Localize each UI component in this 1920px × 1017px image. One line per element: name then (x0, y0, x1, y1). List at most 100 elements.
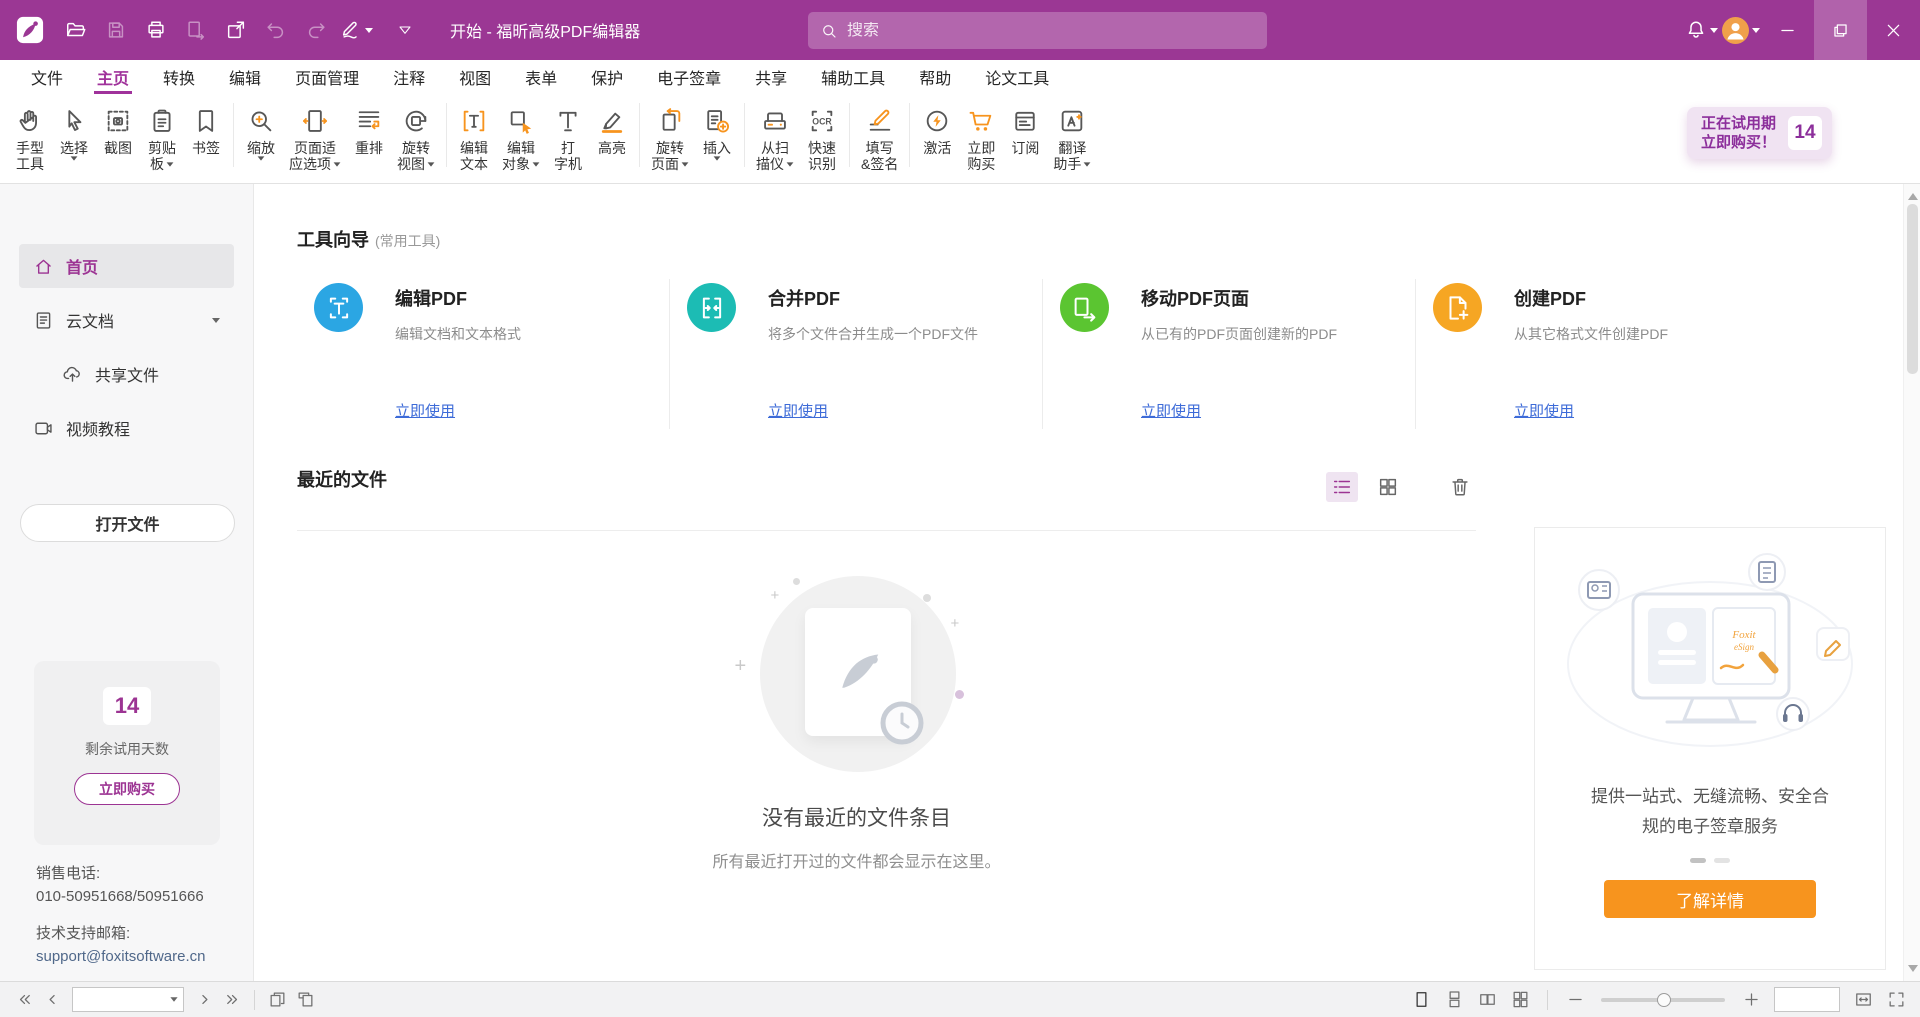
sidebar-item-shared-files[interactable]: 共享文件 (19, 352, 234, 396)
quick-sign-button[interactable] (336, 10, 376, 50)
account-button[interactable] (1721, 0, 1761, 60)
zoom-slider-thumb[interactable] (1657, 993, 1671, 1007)
facing-page-button[interactable] (1473, 986, 1501, 1014)
prev-view-button[interactable] (263, 986, 291, 1014)
grid-view-button[interactable] (1372, 472, 1404, 502)
menu-comment[interactable]: 注释 (376, 60, 442, 94)
tool-select-tool[interactable]: 选择 (52, 103, 96, 163)
menu-form[interactable]: 表单 (508, 60, 574, 94)
menu-edit[interactable]: 编辑 (212, 60, 278, 94)
menu-share[interactable]: 共享 (738, 60, 804, 94)
export-button[interactable] (176, 10, 216, 50)
trial-banner[interactable]: 正在试用期 立即购买！ 14 (1687, 107, 1832, 159)
sidebar-item-home[interactable]: 首页 (19, 244, 234, 288)
fit-width-button[interactable] (1849, 986, 1877, 1014)
zoom-slider[interactable] (1601, 998, 1725, 1002)
list-view-button[interactable] (1326, 472, 1358, 502)
carousel-dot[interactable] (1690, 858, 1706, 863)
tool-zoom[interactable]: 缩放 (239, 103, 283, 163)
menu-accessibility[interactable]: 辅助工具 (804, 60, 902, 94)
zoom-value-box[interactable] (1774, 987, 1840, 1012)
menu-protect[interactable]: 保护 (574, 60, 640, 94)
use-now-link[interactable]: 立即使用 (395, 400, 455, 421)
menu-view[interactable]: 视图 (442, 60, 508, 94)
delete-all-button[interactable] (1444, 472, 1476, 502)
fullscreen-button[interactable] (1882, 986, 1910, 1014)
tool-activate[interactable]: 激活 (915, 103, 959, 158)
app-window: 开始 - 福昕高级PDF编辑器 文件主页转换编辑页面管理注释视图表单保护电子签章… (0, 0, 1920, 1017)
carousel-dot[interactable] (1714, 858, 1730, 863)
tool-subscribe[interactable]: 订阅 (1003, 103, 1047, 158)
menu-esign[interactable]: 电子签章 (640, 60, 738, 94)
tool-translate-assistant[interactable]: 翻译助手 (1047, 103, 1097, 174)
sidebar-item-video-tutorials[interactable]: 视频教程 (19, 406, 234, 450)
tool-bookmark[interactable]: 书签 (184, 103, 228, 158)
tool-typewriter[interactable]: 打字机 (546, 103, 590, 174)
tool-label: 编辑文本 (460, 140, 488, 172)
save-button[interactable] (96, 10, 136, 50)
next-page-button[interactable] (190, 986, 218, 1014)
tool-from-scanner[interactable]: 从扫描仪 (750, 103, 800, 174)
prev-page-button[interactable] (38, 986, 66, 1014)
search-box[interactable] (808, 12, 1267, 49)
scroll-down-icon[interactable] (1908, 965, 1918, 977)
open-button[interactable] (56, 10, 96, 50)
sidebar-item-cloud-docs[interactable]: 云文档 (19, 298, 234, 342)
tool-hand-tool[interactable]: 手型工具 (8, 103, 52, 174)
plus-button[interactable] (1737, 986, 1765, 1014)
learn-more-button[interactable]: 了解详情 (1604, 880, 1816, 918)
tool-label: 剪贴板 (148, 140, 176, 172)
tool-edit-text[interactable]: 编辑文本 (452, 103, 496, 174)
tool-snapshot[interactable]: 截图 (96, 103, 140, 158)
menu-page-manage[interactable]: 页面管理 (278, 60, 376, 94)
vertical-scrollbar[interactable] (1903, 184, 1920, 981)
page-number-input[interactable] (73, 992, 170, 1008)
facing-continuous-page-button[interactable] (1506, 986, 1534, 1014)
next-view-button[interactable] (291, 986, 319, 1014)
zoom-value-input[interactable] (1775, 988, 1839, 1011)
tool-rotate-view[interactable]: 旋转视图 (391, 103, 441, 174)
scrollbar-thumb[interactable] (1907, 204, 1918, 374)
next-view-icon (296, 990, 315, 1009)
support-email-link[interactable]: support@foxitsoftware.cn (36, 945, 205, 968)
menu-paper-tools[interactable]: 论文工具 (968, 60, 1066, 94)
print-button[interactable] (136, 10, 176, 50)
tool-fit-page-options[interactable]: 页面适应选项 (283, 103, 347, 174)
use-now-link[interactable]: 立即使用 (1514, 400, 1574, 421)
continuous-page-button[interactable] (1440, 986, 1468, 1014)
customize-toolbar-button[interactable] (390, 10, 420, 50)
notifications-button[interactable] (1681, 0, 1721, 60)
last-page-button[interactable] (218, 986, 246, 1014)
window-restore-button[interactable] (1814, 0, 1867, 60)
carousel-dots[interactable] (1690, 858, 1730, 863)
menu-home[interactable]: 主页 (80, 60, 146, 94)
window-minimize-button[interactable] (1761, 0, 1814, 60)
tool-clipboard[interactable]: 剪贴板 (140, 103, 184, 174)
tool-buy-now[interactable]: 立即购买 (959, 103, 1003, 174)
first-page-button[interactable] (10, 986, 38, 1014)
tool-edit-object[interactable]: 编辑对象 (496, 103, 546, 174)
open-file-button[interactable]: 打开文件 (20, 504, 235, 542)
share-export-button[interactable] (216, 10, 256, 50)
menu-help[interactable]: 帮助 (902, 60, 968, 94)
prev-view-icon (268, 990, 287, 1009)
redo-button[interactable] (296, 10, 336, 50)
minus-button[interactable] (1561, 986, 1589, 1014)
page-number-box[interactable] (72, 987, 184, 1012)
use-now-link[interactable]: 立即使用 (768, 400, 828, 421)
search-input[interactable] (847, 22, 1255, 40)
undo-button[interactable] (256, 10, 296, 50)
tool-ocr[interactable]: OCR快速识别 (800, 103, 844, 174)
tool-highlight[interactable]: 高亮 (590, 103, 634, 158)
tool-fill-sign[interactable]: 填写&签名 (855, 103, 904, 174)
scroll-up-icon[interactable] (1908, 188, 1918, 200)
menu-convert[interactable]: 转换 (146, 60, 212, 94)
window-close-button[interactable] (1867, 0, 1920, 60)
tool-insert[interactable]: 插入 (695, 103, 739, 163)
menu-file[interactable]: 文件 (14, 60, 80, 94)
use-now-link[interactable]: 立即使用 (1141, 400, 1201, 421)
single-page-button[interactable] (1407, 986, 1435, 1014)
tool-reflow[interactable]: 重排 (347, 103, 391, 158)
tool-rotate-pages[interactable]: 旋转页面 (645, 103, 695, 174)
buy-now-button[interactable]: 立即购买 (74, 773, 180, 805)
